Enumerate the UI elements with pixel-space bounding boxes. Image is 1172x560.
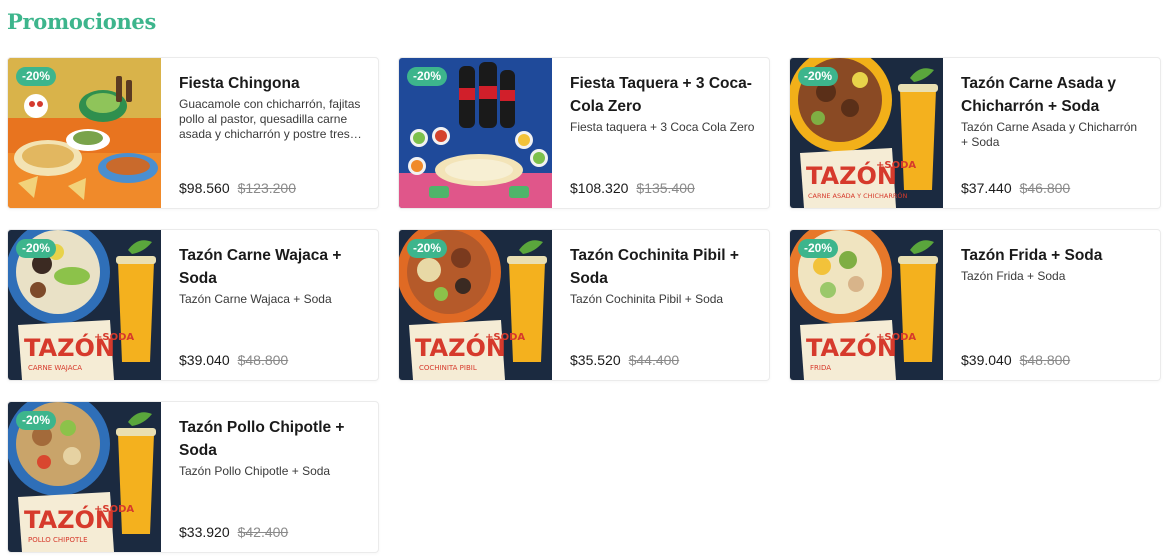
- discount-badge: -20%: [16, 239, 57, 258]
- product-info: Fiesta Taquera + 3 Coca-Cola Zero Fiesta…: [552, 58, 769, 208]
- product-price: $98.560: [179, 180, 230, 196]
- product-price: $37.440: [961, 180, 1012, 196]
- discount-badge: -20%: [407, 67, 448, 86]
- image-caption: CARNE WAJACA: [28, 364, 82, 372]
- price-row: $39.040 $48.800: [179, 352, 364, 368]
- price-row: $108.320 $135.400: [570, 180, 755, 196]
- image-subtitle: +SODA: [94, 504, 134, 515]
- product-name[interactable]: Fiesta Taquera + 3 Coca-Cola Zero: [570, 72, 755, 118]
- product-name[interactable]: Tazón Pollo Chipotle + Soda: [179, 416, 364, 462]
- product-name[interactable]: Fiesta Chingona: [179, 72, 364, 95]
- bowl-soda-image[interactable]: TAZÓN +SODA COCHINITA PIBIL -20%: [399, 230, 552, 380]
- product-card[interactable]: TAZÓN +SODA FRIDA -20% Tazón Frida + Sod…: [789, 229, 1161, 381]
- product-card[interactable]: TAZÓN +SODA CARNE ASADA Y CHICHARRÓN -20…: [789, 57, 1161, 209]
- product-info: Tazón Carne Asada y Chicharrón + Soda Ta…: [943, 58, 1160, 208]
- product-description: Tazón Carne Asada y Chicharrón + Soda: [961, 120, 1138, 149]
- price-row: $39.040 $48.800: [961, 352, 1146, 368]
- bowl-soda-image[interactable]: TAZÓN +SODA POLLO CHIPOTLE -20%: [8, 402, 161, 552]
- image-caption: POLLO CHIPOTLE: [28, 536, 88, 544]
- product-old-price: $135.400: [636, 180, 695, 196]
- product-old-price: $44.400: [628, 352, 680, 368]
- product-description: Tazón Carne Wajaca + Soda: [179, 292, 332, 306]
- product-info: Tazón Pollo Chipotle + Soda Tazón Pollo …: [161, 402, 378, 552]
- product-name[interactable]: Tazón Frida + Soda: [961, 244, 1146, 267]
- product-price: $39.040: [961, 352, 1012, 368]
- product-old-price: $123.200: [237, 180, 297, 196]
- product-card[interactable]: TAZÓN +SODA CARNE WAJACA -20% Tazón Carn…: [7, 229, 379, 381]
- product-price: $35.520: [570, 352, 621, 368]
- bowl-soda-image[interactable]: TAZÓN +SODA CARNE WAJACA -20%: [8, 230, 161, 380]
- product-description: Fiesta taquera + 3 Coca Cola Zero: [570, 120, 755, 134]
- fiesta-taquera-cola-image[interactable]: -20%: [399, 58, 552, 208]
- discount-badge: -20%: [798, 239, 839, 258]
- product-old-price: $48.800: [237, 352, 289, 368]
- price-row: $35.520 $44.400: [570, 352, 755, 368]
- price-row: $33.920 $42.400: [179, 524, 364, 540]
- image-subtitle: +SODA: [94, 332, 134, 343]
- product-info: Tazón Frida + Soda Tazón Frida + Soda $3…: [943, 230, 1160, 380]
- product-info: Tazón Cochinita Pibil + Soda Tazón Cochi…: [552, 230, 769, 380]
- image-subtitle: +SODA: [485, 332, 525, 343]
- image-caption: FRIDA: [810, 364, 831, 372]
- product-old-price: $46.800: [1019, 180, 1071, 196]
- price-row: $98.560 $123.200: [179, 180, 364, 196]
- image-subtitle: +SODA: [876, 160, 916, 171]
- product-info: Fiesta Chingona Guacamole con chicharrón…: [161, 58, 378, 208]
- section-title: Promociones: [7, 9, 157, 34]
- discount-badge: -20%: [798, 67, 839, 86]
- product-old-price: $48.800: [1019, 352, 1071, 368]
- product-name[interactable]: Tazón Cochinita Pibil + Soda: [570, 244, 755, 290]
- image-subtitle: +SODA: [876, 332, 916, 343]
- product-description: Tazón Cochinita Pibil + Soda: [570, 292, 724, 306]
- product-price: $33.920: [179, 524, 230, 540]
- product-info: Tazón Carne Wajaca + Soda Tazón Carne Wa…: [161, 230, 378, 380]
- product-card[interactable]: -20% Fiesta Chingona Guacamole con chich…: [7, 57, 379, 209]
- bowl-soda-image[interactable]: TAZÓN +SODA FRIDA -20%: [790, 230, 943, 380]
- discount-badge: -20%: [407, 239, 448, 258]
- product-description: Tazón Pollo Chipotle + Soda: [179, 464, 331, 478]
- product-card[interactable]: TAZÓN +SODA COCHINITA PIBIL -20% Tazón C…: [398, 229, 770, 381]
- bowl-soda-image[interactable]: TAZÓN +SODA CARNE ASADA Y CHICHARRÓN -20…: [790, 58, 943, 208]
- product-card[interactable]: -20% Fiesta Taquera + 3 Coca-Cola Zero F…: [398, 57, 770, 209]
- discount-badge: -20%: [16, 67, 57, 86]
- product-price: $39.040: [179, 352, 230, 368]
- product-grid: -20% Fiesta Chingona Guacamole con chich…: [7, 57, 1161, 553]
- product-card[interactable]: TAZÓN +SODA POLLO CHIPOTLE -20% Tazón Po…: [7, 401, 379, 553]
- product-name[interactable]: Tazón Carne Wajaca + Soda: [179, 244, 364, 290]
- discount-badge: -20%: [16, 411, 57, 430]
- image-caption: COCHINITA PIBIL: [419, 364, 477, 372]
- product-description: Tazón Frida + Soda: [961, 269, 1066, 283]
- product-price: $108.320: [570, 180, 629, 196]
- image-caption: CARNE ASADA Y CHICHARRÓN: [808, 191, 907, 200]
- product-old-price: $42.400: [237, 524, 289, 540]
- price-row: $37.440 $46.800: [961, 180, 1146, 196]
- product-name[interactable]: Tazón Carne Asada y Chicharrón + Soda: [961, 72, 1146, 118]
- fiesta-food-spread-image[interactable]: -20%: [8, 58, 161, 208]
- product-description: Guacamole con chicharrón, fajitas pollo …: [179, 97, 361, 141]
